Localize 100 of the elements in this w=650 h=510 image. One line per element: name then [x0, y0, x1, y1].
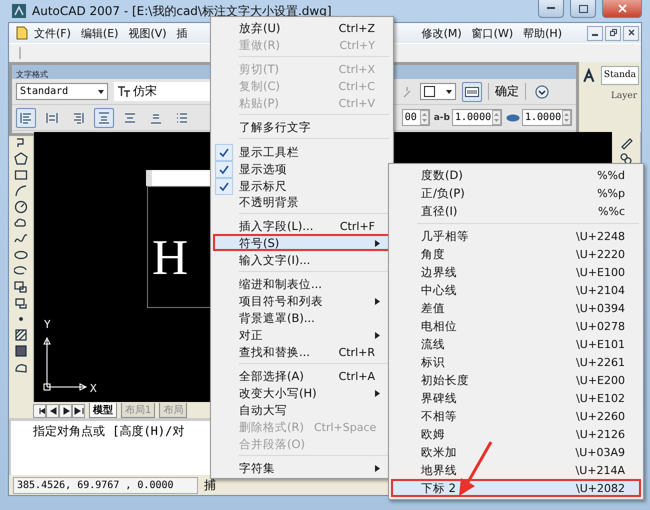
tab-nav-button[interactable]: [46, 404, 59, 418]
number-spinner[interactable]: 1.0000: [452, 109, 502, 126]
menu-item[interactable]: 流线 \U+E101: [391, 335, 641, 353]
toolbar-title: 文字格式: [16, 70, 48, 79]
menu-item[interactable]: 输入文字(I)...: [213, 251, 391, 268]
menu-item[interactable]: 界碑线 \U+E102: [391, 389, 641, 407]
command-prompt: 指定对角点或 [高度(H)/对: [33, 424, 184, 438]
submenu-arrow-icon: [375, 390, 380, 397]
menu-item[interactable]: 背景遮罩(B)...: [213, 309, 391, 326]
menu-item[interactable]: 差值 \U+0394: [391, 299, 641, 317]
menu-item[interactable]: 初始长度 \U+E200: [391, 371, 641, 389]
submenu-arrow-icon: [375, 240, 380, 247]
status-toggle[interactable]: 捕: [204, 476, 216, 494]
close-button[interactable]: [602, 0, 642, 18]
caret-icon: [98, 90, 104, 94]
minimize-icon: [592, 34, 598, 36]
menu-item[interactable]: 正/负(P) %%p: [391, 184, 641, 202]
close-icon: [628, 29, 634, 36]
drawing-file-icon: [15, 26, 29, 40]
circle-icon[interactable]: [14, 200, 28, 214]
spin-arrows-icon: [420, 110, 429, 125]
eraser-icon[interactable]: [619, 136, 633, 150]
align-middle-icon: [123, 110, 137, 124]
tab-nav-button[interactable]: [72, 404, 85, 418]
menu-item[interactable]: 了解多行文字: [213, 118, 391, 135]
number-spinner[interactable]: 00: [402, 109, 430, 126]
menu-item[interactable]: 改变大小写(H): [213, 384, 391, 401]
color-dropdown[interactable]: [420, 83, 456, 100]
ok-button[interactable]: 确定: [488, 83, 526, 100]
menu-item[interactable]: 项目符号和列表: [213, 292, 391, 309]
maximize-icon: [578, 4, 588, 12]
menu-item[interactable]: 视图(V): [123, 23, 172, 43]
insert-block-icon[interactable]: [14, 280, 28, 294]
menu-item[interactable]: 直径(I) %%c: [391, 202, 641, 220]
menu-item[interactable]: 标识 \U+2261: [391, 353, 641, 371]
menu-item[interactable]: 几乎相等 \U+2248: [391, 227, 641, 245]
menu-item[interactable]: 插入字段(L)... Ctrl+F: [213, 217, 391, 234]
coordinates-readout: 385.4526, 69.9767 , 0.0000: [13, 476, 198, 494]
align-top-button[interactable]: [94, 108, 114, 128]
tab-nav-button[interactable]: [59, 404, 72, 418]
menu-item[interactable]: 不相等 \U+2260: [391, 407, 641, 425]
menu-item[interactable]: 符号(S): [213, 234, 391, 251]
list-icon: [175, 110, 189, 124]
tab-nav-button[interactable]: [33, 404, 46, 418]
maximize-button[interactable]: [570, 0, 596, 18]
rectangle-icon[interactable]: [14, 168, 28, 182]
menu-item[interactable]: 不透明背景: [213, 193, 391, 210]
layout-tab[interactable]: 模型: [89, 403, 117, 418]
restore-button[interactable]: [605, 26, 621, 40]
menu-item[interactable]: 编辑(E): [76, 23, 124, 43]
minimize-button[interactable]: [538, 0, 564, 18]
ruler-button[interactable]: [462, 82, 482, 102]
menu-item[interactable]: 显示选项: [213, 159, 391, 176]
menu-item[interactable]: 自动大写: [213, 401, 391, 418]
align-left-button[interactable]: [16, 108, 36, 128]
menu-item[interactable]: 窗口(W): [466, 23, 518, 43]
align-top-icon: [97, 110, 111, 124]
menu-item[interactable]: 帮助(H): [518, 23, 567, 43]
align-right-icon: [71, 110, 85, 124]
arc-icon[interactable]: [14, 184, 28, 198]
hatch-icon[interactable]: [14, 328, 28, 342]
make-block-icon[interactable]: [14, 296, 28, 310]
nav-arrow-icon: [74, 407, 84, 415]
spin-arrows-icon: [492, 110, 501, 125]
menu-item[interactable]: 显示标尺: [213, 176, 391, 193]
restore-icon: [610, 29, 616, 36]
menu-item[interactable]: 欧姆 \U+2126: [391, 425, 641, 443]
menu-item[interactable]: 字符集: [213, 459, 391, 476]
menu-item[interactable]: 缩进和制表位...: [213, 275, 391, 292]
menu-item[interactable]: 查找和替换... Ctrl+R: [213, 343, 391, 360]
gradient-icon[interactable]: [14, 344, 28, 358]
menu-item[interactable]: 显示工具栏: [213, 142, 391, 159]
menu-item[interactable]: 放弃(U) Ctrl+Z: [213, 19, 391, 36]
minimize-button[interactable]: [587, 26, 603, 40]
menu-item[interactable]: 插: [172, 23, 193, 43]
text-style-field[interactable]: Standa: [600, 66, 639, 85]
close-icon: [618, 4, 626, 13]
submenu-arrow-icon: [375, 298, 380, 305]
style-dropdown[interactable]: Standard: [16, 83, 108, 100]
app-logo-icon: [12, 4, 26, 18]
close-button[interactable]: [623, 26, 639, 40]
number-spinner[interactable]: 1.0000: [522, 109, 572, 126]
ellipse-icon[interactable]: [14, 248, 28, 262]
width-factor-icon: [506, 114, 520, 122]
menu-item[interactable]: 角度 \U+2220: [391, 245, 641, 263]
menu-item[interactable]: 欧米加 \U+03A9: [391, 443, 641, 461]
align-center-icon: [45, 110, 59, 124]
polygon-icon[interactable]: [14, 152, 28, 166]
copy-icon[interactable]: [619, 152, 633, 166]
menu-item[interactable]: 文件(F): [29, 23, 76, 43]
menu-item[interactable]: 对正: [213, 326, 391, 343]
menu-item[interactable]: 中心线 \U+2104: [391, 281, 641, 299]
menu-item[interactable]: 边界线 \U+E100: [391, 263, 641, 281]
menu-item[interactable]: 全部选择(A) Ctrl+A: [213, 367, 391, 384]
menu-item[interactable]: 地界线 \U+214A: [391, 461, 641, 479]
menu-item[interactable]: 下标 2 \U+2082: [391, 479, 641, 497]
truetype-font-icon: [118, 86, 130, 97]
menu-item[interactable]: 修改(M): [416, 23, 467, 43]
menu-item[interactable]: 度数(D) %%d: [391, 166, 641, 184]
menu-item[interactable]: 电相位 \U+0278: [391, 317, 641, 335]
